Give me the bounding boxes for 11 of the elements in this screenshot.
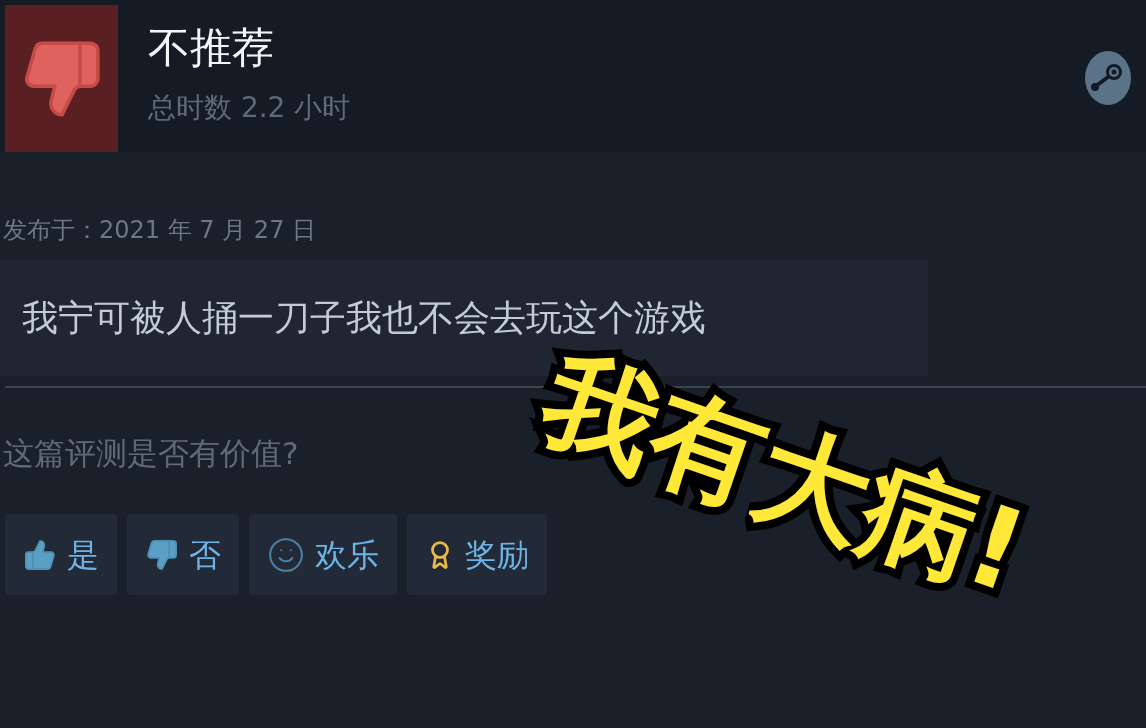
verdict-title: 不推荐: [148, 22, 274, 74]
rate-button[interactable]: 欢乐: [249, 514, 397, 595]
smiley-icon: [267, 535, 305, 574]
rate-button[interactable]: 奖励: [407, 514, 547, 595]
rate-button[interactable]: 是: [5, 514, 117, 595]
playtime-text: 总时数 2.2 小时: [148, 90, 351, 126]
helpful-question: 这篇评测是否有价值?: [3, 434, 299, 473]
logo-icon: [1084, 50, 1132, 106]
posted-date: 发布于：2021 年 7 月 27 日: [3, 215, 317, 246]
review-text: 我宁可被人捅一刀子我也不会去玩这个游戏: [22, 296, 706, 340]
rate-button[interactable]: 否: [127, 514, 239, 595]
